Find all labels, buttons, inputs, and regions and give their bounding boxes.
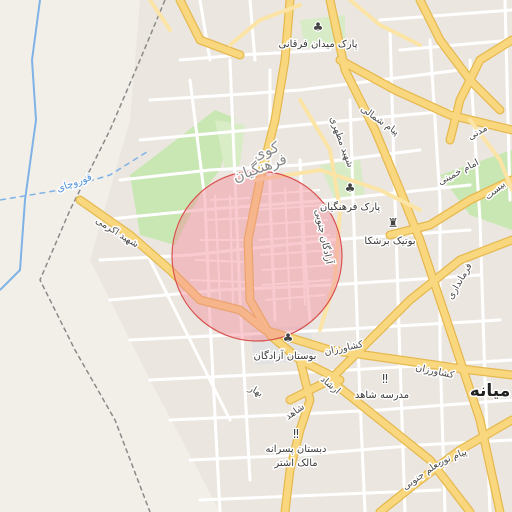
poi-label-park-midan: پارک میدان فرقانی bbox=[279, 39, 358, 50]
tree-icon: ♣ bbox=[313, 20, 324, 34]
school-icon: ‼ bbox=[382, 372, 388, 386]
poi-label-bostan: بوستان آزادگان bbox=[254, 349, 317, 362]
poi-label-dabestan-2: مالک اشتر bbox=[273, 458, 317, 469]
poi-label-boutique: بوتیک برشکا bbox=[364, 236, 415, 247]
map-canvas[interactable]: کوی فرهنگیان شهید اکرمی آزادگان جنوبی کش… bbox=[0, 0, 512, 512]
tree-icon: ♣ bbox=[283, 331, 294, 345]
poi-label-dabestan-1: دبستان پسرانه bbox=[266, 444, 327, 455]
school-icon: ‼ bbox=[293, 427, 299, 441]
poi-label-park-farhangian: پارک فرهنگیان bbox=[320, 201, 381, 213]
tree-icon: ♣ bbox=[345, 181, 356, 195]
map-view[interactable]: کوی فرهنگیان شهید اکرمی آزادگان جنوبی کش… bbox=[0, 0, 512, 512]
highlight-area-circle[interactable] bbox=[171, 170, 343, 342]
city-label: میانه bbox=[470, 381, 511, 401]
shirt-icon: ♜ bbox=[388, 216, 399, 230]
poi-label-shahed-school: مدرسه شاهد bbox=[355, 390, 409, 401]
